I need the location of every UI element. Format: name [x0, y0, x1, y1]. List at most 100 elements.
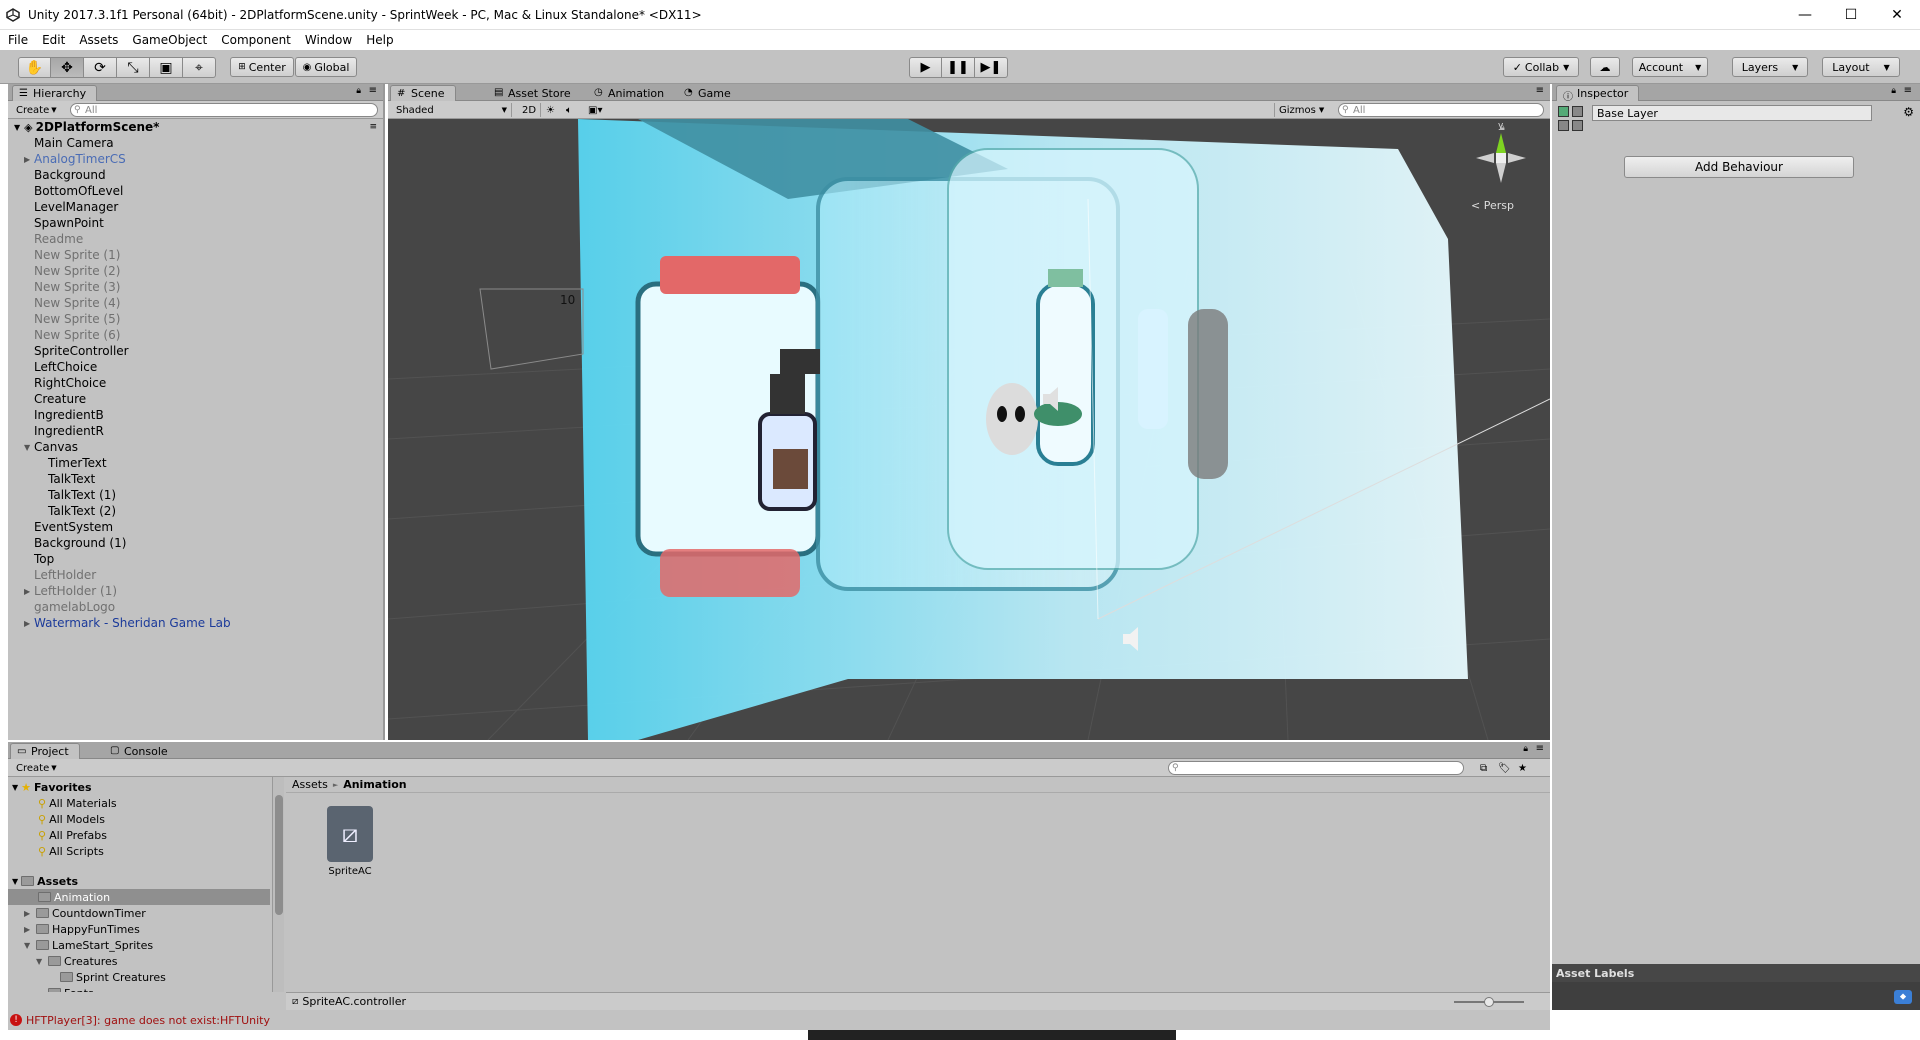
project-search-input[interactable]: ⚲ [1168, 761, 1464, 775]
chevron-right-icon[interactable]: ▶ [24, 909, 36, 918]
favorite-all-prefabs[interactable]: ⚲ All Prefabs [38, 827, 107, 843]
scale-tool-icon[interactable]: ⤡ [117, 57, 150, 78]
folder-tree-item[interactable]: ▶ CountdownTimer [24, 905, 146, 921]
global-space-button[interactable]: ◉ Global [295, 57, 357, 77]
pivot-center-button[interactable]: ⊞ Center [230, 57, 294, 77]
chevron-down-icon[interactable]: ▼ [24, 941, 36, 950]
hierarchy-item[interactable]: SpriteController [34, 343, 129, 359]
project-create-button[interactable]: Create ▼ [12, 761, 61, 775]
menu-component[interactable]: Component [221, 33, 291, 47]
tag-icon[interactable]: ⬥ [1894, 990, 1912, 1004]
favorite-star-icon[interactable]: ★ [1514, 761, 1531, 775]
chevron-down-icon[interactable]: ▼ [36, 957, 48, 966]
panel-menu-icon[interactable]: ≡ [369, 85, 377, 96]
hierarchy-item[interactable]: TalkText (2) [48, 503, 116, 519]
effects-toggle-icon[interactable]: ▣▾ [584, 103, 606, 117]
hierarchy-search-input[interactable]: ⚲ All [70, 103, 378, 117]
breadcrumb-assets[interactable]: Assets [292, 778, 328, 791]
tab-asset-store[interactable]: ▤ Asset Store [488, 85, 581, 101]
collab-button[interactable]: ✓ Collab ▼ [1503, 57, 1579, 77]
hierarchy-item[interactable]: Top [34, 551, 54, 567]
slider-handle[interactable] [1484, 997, 1494, 1007]
hierarchy-item[interactable]: SpawnPoint [34, 215, 104, 231]
panel-menu-icon[interactable]: ≡ [1904, 85, 1912, 96]
hierarchy-item[interactable]: Background [34, 167, 106, 183]
hierarchy-item[interactable]: IngredientR [34, 423, 104, 439]
hierarchy-item[interactable]: New Sprite (3) [34, 279, 120, 295]
account-button[interactable]: Account ▼ [1632, 57, 1708, 77]
folder-tree-item[interactable]: ▶ HappyFunTimes [24, 921, 140, 937]
assets-header[interactable]: ▼ Assets [12, 873, 78, 889]
hierarchy-item[interactable]: IngredientB [34, 407, 104, 423]
filter-label-icon[interactable]: 🏷︎ [1494, 761, 1515, 775]
hierarchy-item[interactable]: New Sprite (2) [34, 263, 120, 279]
cloud-button[interactable]: ☁ [1590, 57, 1620, 77]
scene-viewport[interactable]: 10 y 🔒︎ < Persp [388, 119, 1550, 740]
lighting-toggle-icon[interactable]: ☀ [542, 103, 559, 117]
move-tool-icon[interactable]: ✥ [51, 57, 84, 78]
panel-menu-icon[interactable]: ≡ [1536, 743, 1544, 754]
minimize-icon[interactable]: — [1782, 0, 1828, 30]
menu-assets[interactable]: Assets [79, 33, 118, 47]
2d-toggle[interactable]: 2D [518, 103, 542, 117]
favorite-all-models[interactable]: ⚲ All Models [38, 811, 105, 827]
audio-toggle-icon[interactable]: 🔈︎ [562, 103, 576, 117]
tab-game[interactable]: ◔ Game [678, 85, 741, 101]
panel-menu-icon[interactable]: ≡ [1536, 85, 1544, 96]
pause-icon[interactable]: ❚❚ [942, 57, 975, 78]
hierarchy-item[interactable]: Readme [34, 231, 83, 247]
hand-tool-icon[interactable]: ✋ [18, 57, 51, 78]
hierarchy-item[interactable]: RightChoice [34, 375, 106, 391]
hierarchy-item[interactable]: Main Camera [34, 135, 114, 151]
layers-dropdown[interactable]: Layers ▼ [1732, 57, 1808, 77]
folder-tree-scrollbar[interactable] [272, 777, 284, 992]
hierarchy-item[interactable]: ▶ Watermark - Sheridan Game Lab [24, 615, 231, 631]
hierarchy-item[interactable]: TimerText [48, 455, 107, 471]
hierarchy-item[interactable]: LeftChoice [34, 359, 97, 375]
hierarchy-item[interactable]: gamelabLogo [34, 599, 115, 615]
asset-tile-spriteac[interactable]: ⧄ SpriteAC [320, 806, 380, 877]
hierarchy-item[interactable]: ▼ Canvas [24, 439, 78, 455]
folder-tree-item[interactable]: Fonts [36, 985, 94, 992]
status-bar[interactable]: ! HFTPlayer[3]: game does not exist:HFTU… [8, 1010, 1550, 1030]
favorites-header[interactable]: ▼ ★ Favorites [12, 779, 92, 795]
shading-dropdown[interactable]: Shaded ▼ [392, 103, 512, 117]
tab-animation[interactable]: ◷ Animation [588, 85, 674, 101]
lock-icon[interactable]: 🔒︎ [1523, 744, 1528, 754]
persp-label[interactable]: < Persp [1471, 199, 1514, 212]
gear-icon[interactable]: ⚙ [1903, 105, 1914, 119]
tab-console[interactable]: ▢ Console [104, 743, 178, 759]
menu-file[interactable]: File [8, 33, 28, 47]
folder-tree-item[interactable]: ▼ LameStart_Sprites [24, 937, 153, 953]
layer-name-field[interactable]: Base Layer [1592, 105, 1872, 121]
chevron-right-icon[interactable]: ▶ [24, 619, 30, 628]
menu-gameobject[interactable]: GameObject [132, 33, 207, 47]
menu-edit[interactable]: Edit [42, 33, 65, 47]
lock-icon[interactable]: 🔒︎ [356, 86, 361, 96]
hierarchy-item[interactable]: New Sprite (4) [34, 295, 120, 311]
favorite-all-materials[interactable]: ⚲ All Materials [38, 795, 117, 811]
chevron-down-icon[interactable]: ▼ [24, 443, 30, 452]
gizmo-lock-icon[interactable]: 🔒︎ [1500, 123, 1505, 133]
tab-scene[interactable]: # Scene [390, 85, 456, 101]
scene-menu-icon[interactable]: ≡ [369, 122, 377, 132]
close-icon[interactable]: ✕ [1874, 0, 1920, 30]
hierarchy-item[interactable]: ▶ AnalogTimerCS [24, 151, 126, 167]
hierarchy-item[interactable]: EventSystem [34, 519, 113, 535]
hierarchy-item[interactable]: New Sprite (6) [34, 327, 120, 343]
scene-search-input[interactable]: ⚲ All [1338, 103, 1544, 117]
hierarchy-item[interactable]: New Sprite (1) [34, 247, 120, 263]
create-button[interactable]: Create ▼ [12, 103, 61, 117]
layout-dropdown[interactable]: Layout ▼ [1822, 57, 1900, 77]
gizmos-dropdown[interactable]: Gizmos ▼ [1274, 103, 1328, 117]
transform-tool-icon[interactable]: ⌖ [183, 57, 216, 78]
hierarchy-item[interactable]: New Sprite (5) [34, 311, 120, 327]
add-behaviour-button[interactable]: Add Behaviour [1624, 156, 1854, 178]
menu-help[interactable]: Help [366, 33, 393, 47]
folder-tree-item[interactable]: Animation [8, 889, 270, 905]
scrollbar-thumb[interactable] [275, 795, 283, 915]
hierarchy-item[interactable]: LevelManager [34, 199, 118, 215]
rect-tool-icon[interactable]: ▣ [150, 57, 183, 78]
chevron-right-icon[interactable]: ▶ [24, 925, 36, 934]
hierarchy-item[interactable]: BottomOfLevel [34, 183, 123, 199]
